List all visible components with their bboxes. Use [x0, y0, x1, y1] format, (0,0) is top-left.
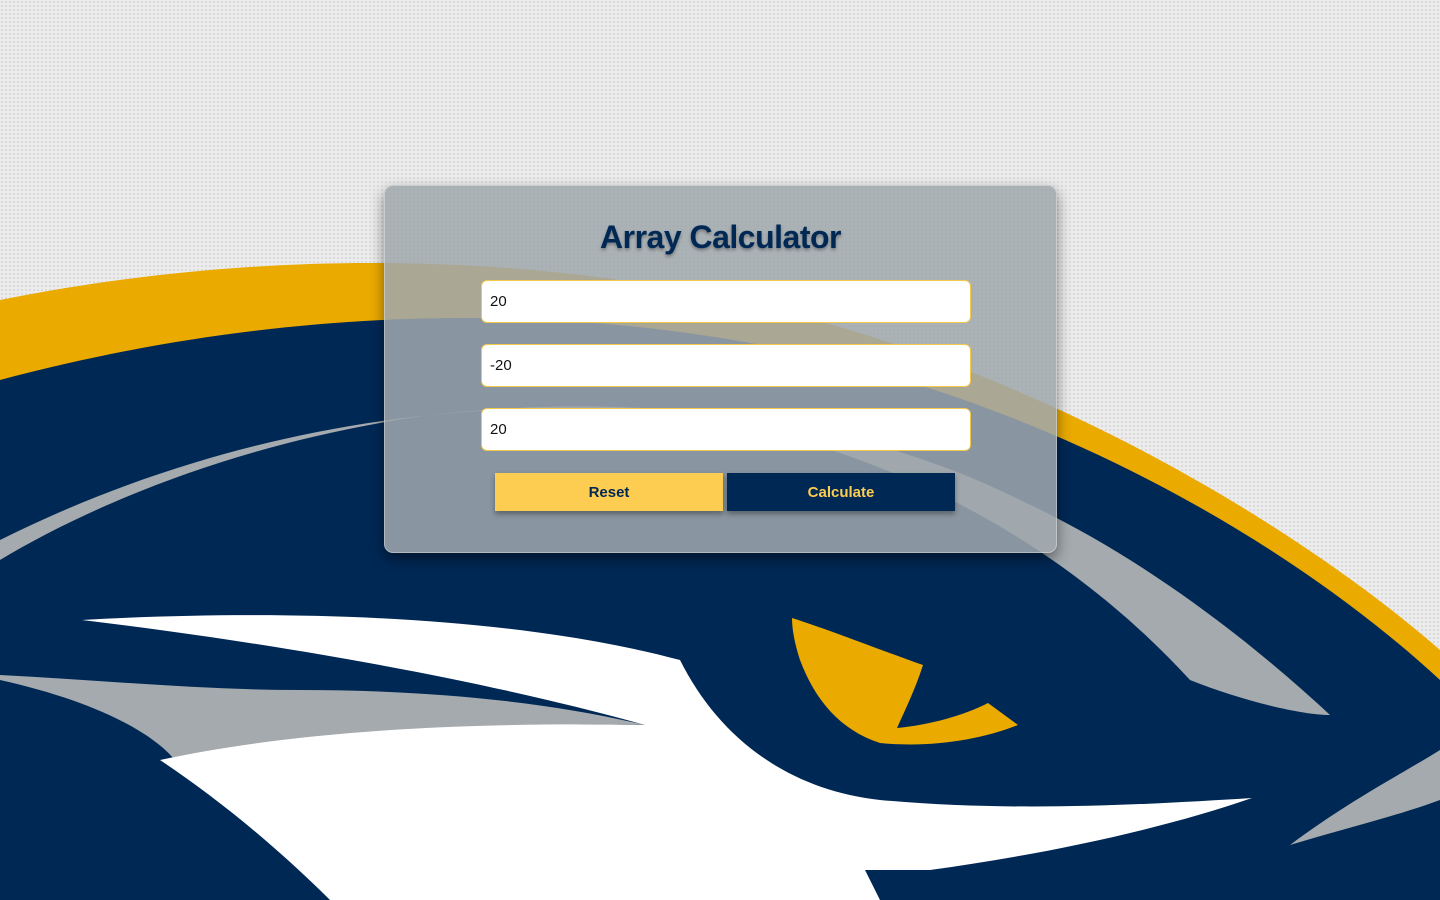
reset-button[interactable]: Reset — [495, 473, 723, 511]
array-input-2[interactable] — [481, 344, 971, 387]
array-input-1[interactable] — [481, 280, 971, 323]
array-input-3[interactable] — [481, 408, 971, 451]
calculator-card: Array Calculator Reset Calculate — [384, 185, 1057, 553]
calculate-button[interactable]: Calculate — [727, 473, 955, 511]
page-title: Array Calculator — [600, 219, 841, 255]
